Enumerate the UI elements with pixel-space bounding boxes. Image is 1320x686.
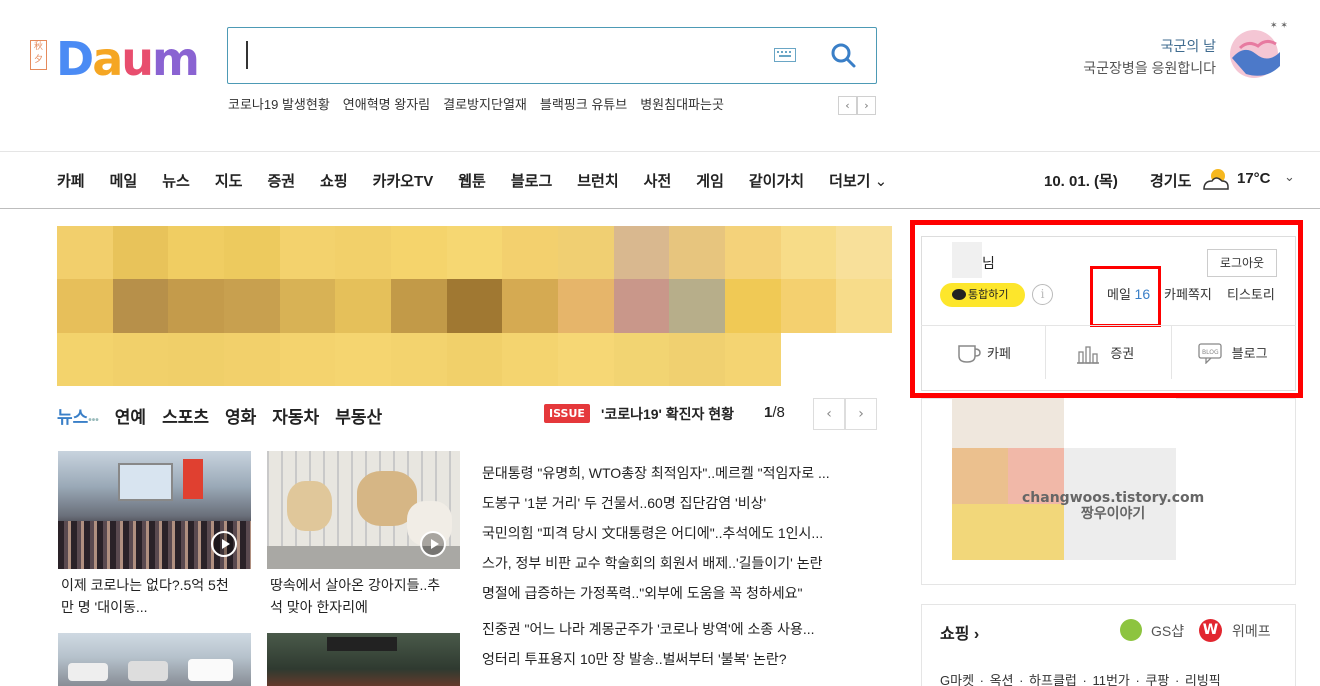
headline-item[interactable]: 도봉구 '1분 거리' 두 건물서..60명 집단감염 '비상'	[482, 488, 877, 518]
shopping-title[interactable]: 쇼핑 ›	[940, 620, 979, 644]
issue-headline[interactable]: '코로나19' 확진자 현황	[601, 404, 734, 424]
play-icon	[211, 531, 237, 557]
thumbnail-caption[interactable]: 땅속에서 살아온 강아지들..추석 맞아 한자리에	[270, 574, 450, 618]
nav-item-together[interactable]: 같이가치	[749, 170, 804, 191]
service-nav-items: 카페 메일 뉴스 지도 증권 쇼핑 카카오TV 웹툰 블로그 브런치 사전 게임…	[57, 170, 887, 191]
temperature: 17°C	[1237, 170, 1271, 187]
issue-badge: ISSUE	[544, 404, 590, 423]
trending-next-button[interactable]: ›	[857, 96, 876, 115]
trending-item[interactable]: 블랙핑크 유튜브	[540, 94, 627, 113]
nav-item-cafe[interactable]: 카페	[57, 170, 85, 191]
headline-item[interactable]: 진중권 "어느 나라 계몽군주가 '코로나 방역'에 소종 사용...	[482, 614, 877, 644]
chevron-down-icon: ⌄	[874, 173, 888, 190]
news-thumbnail[interactable]	[58, 633, 251, 686]
headline-list: 문대통령 "유명희, WTO총장 최적임자"..메르켈 "적임자로 ... 도봉…	[482, 458, 877, 674]
nav-item-more[interactable]: 더보기 ⌄	[829, 170, 887, 191]
nav-item-dictionary[interactable]: 사전	[644, 170, 672, 191]
service-nav: 카페 메일 뉴스 지도 증권 쇼핑 카카오TV 웹툰 블로그 브런치 사전 게임…	[0, 151, 1320, 209]
nav-item-kakaotv[interactable]: 카카오TV	[373, 170, 434, 191]
tab-dots: •••	[88, 415, 99, 426]
nav-item-game[interactable]: 게임	[696, 170, 724, 191]
chuseok-stamp: 秋夕	[30, 40, 47, 70]
current-date: 10. 01. (목)	[1044, 173, 1118, 190]
account-highlight-frame	[910, 220, 1303, 398]
nav-item-webtoon[interactable]: 웹툰	[458, 170, 486, 191]
trending-item[interactable]: 연애혁명 왕자림	[343, 94, 430, 113]
promo-subtitle: 국군장병을 응원합니다	[1083, 60, 1216, 76]
nav-item-mail[interactable]: 메일	[110, 170, 138, 191]
trending-item[interactable]: 병원침대파는곳	[640, 94, 724, 113]
news-tabs: 뉴스••• 연예 스포츠 영화 자동차 부동산	[57, 403, 382, 428]
tab-entertainment[interactable]: 연예	[115, 403, 146, 428]
tab-realestate[interactable]: 부동산	[335, 403, 382, 428]
issue-nav: ‹ ›	[813, 398, 877, 430]
trending-nav: ‹ ›	[838, 96, 876, 115]
headline-item[interactable]: 국민의힘 "피격 당시 文대통령은 어디에"..추석에도 1인시...	[482, 518, 877, 548]
thumbnail-caption[interactable]: 이제 코로나는 없다?.5억 5천만 명 '대이동...	[61, 574, 241, 618]
headline-item[interactable]: 문대통령 "유명희, WTO총장 최적임자"..메르켈 "적임자로 ...	[482, 458, 877, 488]
promo-banner[interactable]: 국군의 날 국군장병을 응원합니다	[1083, 35, 1216, 79]
nav-item-map[interactable]: 지도	[215, 170, 243, 191]
news-thumbnail[interactable]	[267, 633, 460, 686]
side-ad[interactable]	[952, 398, 1176, 560]
logo-wordmark: Daum	[56, 32, 200, 86]
nav-item-shopping[interactable]: 쇼핑	[320, 170, 348, 191]
news-thumbnail[interactable]	[58, 451, 251, 569]
headline-item[interactable]: 명절에 급증하는 가정폭력.."외부에 도움을 꼭 청하세요"	[482, 578, 877, 608]
trending-item[interactable]: 코로나19 발생현황	[228, 94, 330, 113]
keyboard-icon[interactable]	[774, 48, 796, 62]
armed-forces-day-graphic[interactable]: ✶ ✶	[1226, 18, 1288, 80]
shopping-links[interactable]: G마켓 · 옥션 · 하프클럽 · 11번가 · 쿠팡 · 리빙픽	[940, 670, 1221, 686]
tab-sports[interactable]: 스포츠	[162, 403, 209, 428]
watermark: changwoos.tistory.com 짱우이야기	[1022, 490, 1205, 522]
play-icon	[420, 531, 446, 557]
promo-title: 국군의 날	[1160, 38, 1216, 54]
trending-keywords: 코로나19 발생현황 연애혁명 왕자림 결로방지단열재 블랙핑크 유튜브 병원침…	[228, 94, 724, 113]
main-banner-ad[interactable]	[57, 226, 892, 386]
chevron-down-icon[interactable]: ⌄	[1284, 170, 1295, 185]
wemakeprice-link[interactable]: 위메프	[1232, 621, 1271, 641]
nav-item-blog[interactable]: 블로그	[511, 170, 552, 191]
weather-region[interactable]: 경기도	[1150, 170, 1191, 191]
issue-pagination: 1/8	[764, 404, 785, 421]
trending-item[interactable]: 결로방지단열재	[443, 94, 527, 113]
svg-text:✶ ✶: ✶ ✶	[1270, 21, 1288, 31]
gs-shop-link[interactable]: GS샵	[1151, 621, 1184, 641]
issue-next-button[interactable]: ›	[845, 398, 877, 430]
headline-item[interactable]: 스가, 정부 비판 교수 학술회의 회원서 배제..'길들이기' 논란	[482, 548, 877, 578]
issue-prev-button[interactable]: ‹	[813, 398, 845, 430]
wemakeprice-icon[interactable]: W	[1199, 619, 1222, 642]
headline-item[interactable]: 엉터리 투표용지 10만 장 발송..벌써부터 '불복' 논란?	[482, 644, 877, 674]
tab-movie[interactable]: 영화	[225, 403, 256, 428]
search-input[interactable]	[246, 41, 766, 69]
nav-item-brunch[interactable]: 브런치	[577, 170, 618, 191]
tab-news[interactable]: 뉴스•••	[57, 403, 99, 428]
daum-logo[interactable]: 秋夕 Daum	[30, 30, 205, 90]
trending-prev-button[interactable]: ‹	[838, 96, 857, 115]
gs-shop-icon[interactable]	[1120, 619, 1142, 641]
search-box	[227, 27, 877, 84]
search-button[interactable]	[828, 40, 860, 72]
nav-item-news[interactable]: 뉴스	[162, 170, 190, 191]
partly-cloudy-icon	[1203, 169, 1229, 190]
news-thumbnail[interactable]	[267, 451, 460, 569]
nav-item-stock[interactable]: 증권	[267, 170, 295, 191]
tab-car[interactable]: 자동차	[272, 403, 319, 428]
